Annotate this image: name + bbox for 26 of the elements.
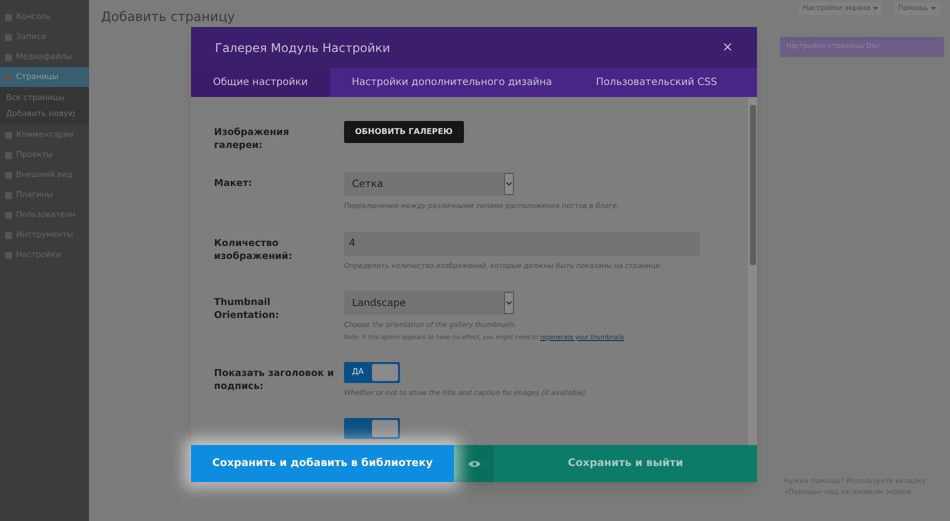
field-label: Изображения галереи: (214, 126, 290, 152)
save-and-exit-button[interactable]: Сохранить и выйти (494, 445, 757, 482)
chevron-icon (504, 292, 514, 314)
select-field[interactable]: Сетка (344, 172, 514, 196)
input-field[interactable]: 4 (344, 232, 700, 256)
field-label: Thumbnail Orientation: (214, 296, 280, 323)
save-to-library-button[interactable]: Сохранить и добавить в библиотеку (191, 445, 454, 482)
toggle-switch[interactable]: ДА (344, 362, 400, 382)
settings-tab[interactable]: Настройки дополнительного дизайна (330, 68, 574, 97)
eye-icon[interactable] (468, 460, 480, 468)
settings-tab[interactable]: Общие настройки (191, 68, 330, 97)
close-button[interactable]: × (722, 38, 733, 58)
chevron-icon (504, 173, 514, 195)
settings-tab[interactable]: Пользовательский CSS (574, 68, 740, 97)
modal-title: Галерея Модуль Настройки (215, 40, 390, 56)
field-label: Показать заголовок и подпись: (214, 366, 335, 394)
field-label: Количество изображений: (214, 236, 294, 264)
field-label: Макет: (214, 177, 254, 191)
caret-icon (873, 6, 878, 10)
update-gallery-button[interactable]: ОБНОВИТЬ ГАЛЕРЕЮ (344, 121, 464, 143)
caret-icon (931, 6, 936, 10)
menu-item[interactable]: Страницы (0, 67, 89, 87)
toggle-switch[interactable] (344, 418, 400, 439)
page-title: Добавить страницу (101, 9, 236, 27)
select-field[interactable]: Landscape (344, 291, 514, 315)
scrollbar[interactable] (748, 97, 757, 445)
